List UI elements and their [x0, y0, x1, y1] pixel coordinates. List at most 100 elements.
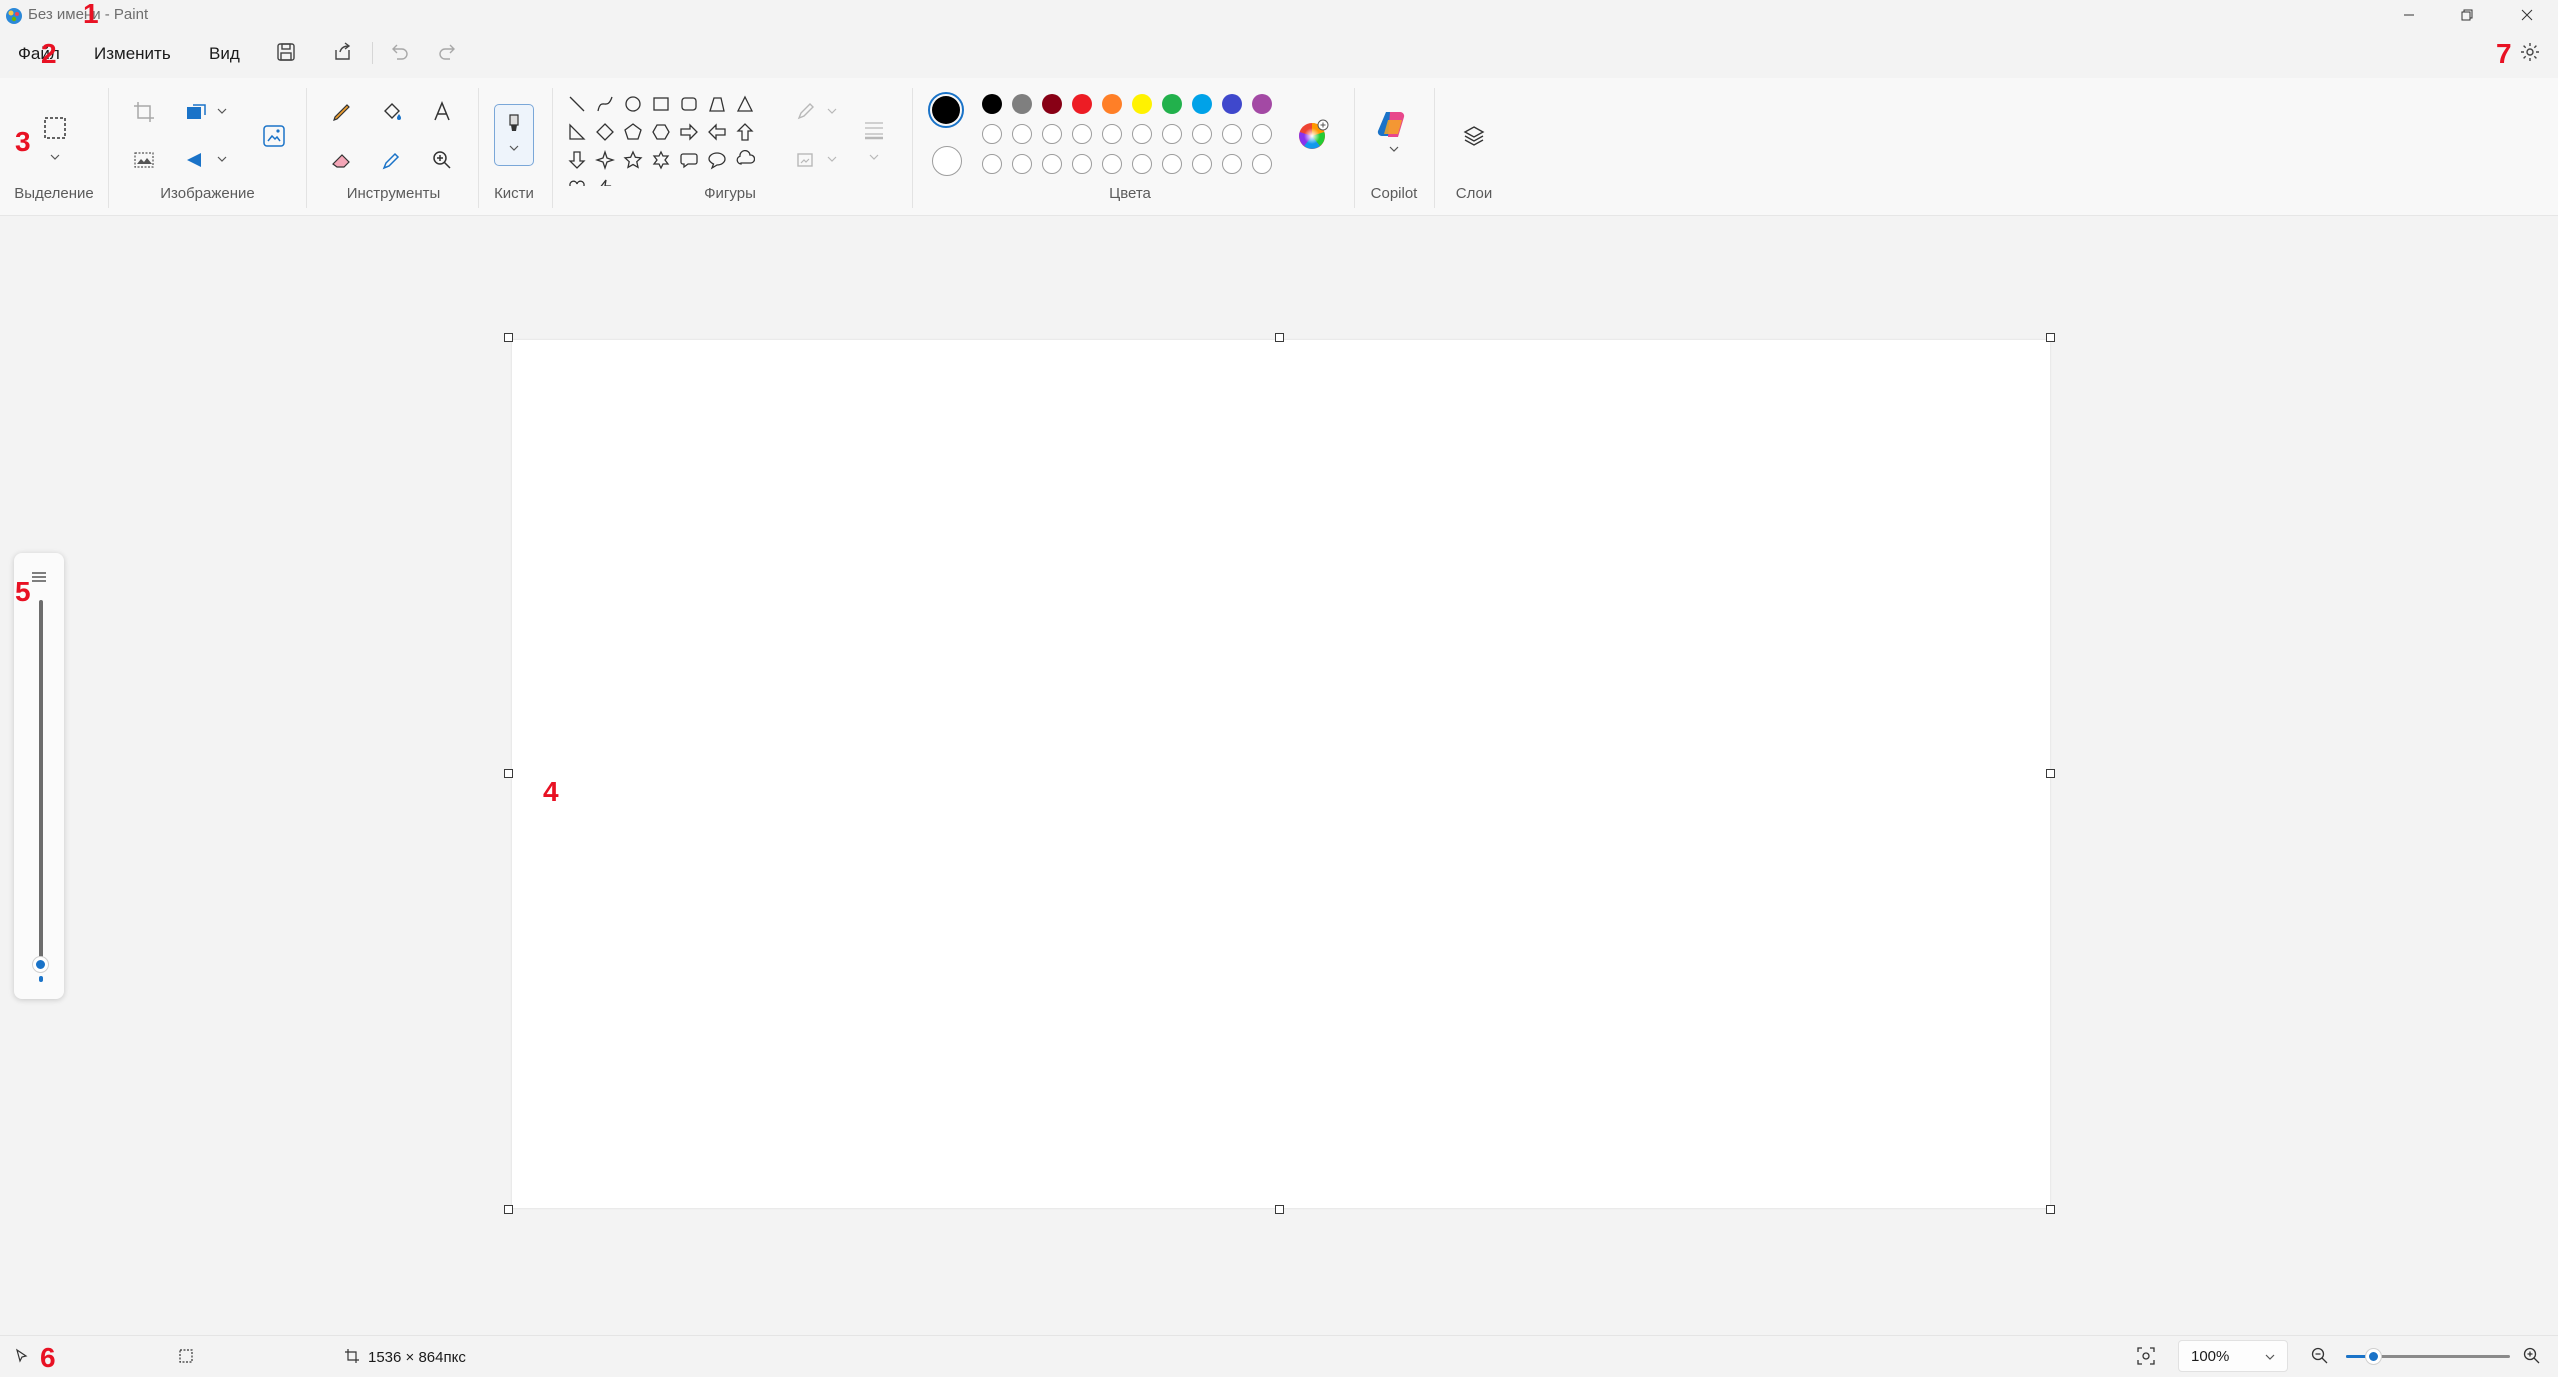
line-size-dropdown[interactable]	[867, 150, 881, 164]
shape-option[interactable]	[703, 146, 731, 174]
resize-handle-top-left[interactable]	[504, 333, 513, 342]
custom-color-slot[interactable]	[1012, 124, 1032, 144]
shape-outline-dropdown[interactable]	[825, 104, 839, 118]
magnifier-tool[interactable]	[422, 140, 462, 180]
palette-color-swatch[interactable]	[1222, 94, 1242, 114]
zoom-slider-thumb[interactable]	[2366, 1349, 2381, 1364]
zoom-out-button[interactable]	[2310, 1346, 2330, 1366]
shape-outline-button[interactable]	[786, 92, 826, 132]
resize-handle-bottom-left[interactable]	[504, 1205, 513, 1214]
shape-fill-dropdown[interactable]	[825, 152, 839, 166]
shape-option[interactable]	[731, 118, 759, 146]
image-creator-button[interactable]	[252, 114, 296, 158]
crop-button[interactable]	[124, 92, 164, 132]
custom-color-slot[interactable]	[1072, 124, 1092, 144]
resize-handle-bottom[interactable]	[1275, 1205, 1284, 1214]
layers-button[interactable]	[1454, 116, 1494, 156]
shape-option[interactable]	[647, 90, 675, 118]
close-button[interactable]	[2498, 0, 2556, 30]
pencil-tool[interactable]	[322, 92, 362, 132]
eraser-tool[interactable]	[322, 140, 362, 180]
shape-option[interactable]	[703, 118, 731, 146]
shape-option[interactable]	[591, 118, 619, 146]
shape-option[interactable]	[591, 174, 619, 186]
resize-dropdown[interactable]	[215, 104, 229, 118]
primary-color[interactable]	[928, 92, 964, 128]
redo-button[interactable]	[430, 36, 466, 68]
brushes-button[interactable]	[494, 104, 534, 166]
drawing-canvas[interactable]	[512, 340, 2050, 1208]
shape-option[interactable]	[563, 118, 591, 146]
custom-color-slot[interactable]	[1192, 154, 1212, 174]
color-picker-tool[interactable]	[372, 140, 412, 180]
shape-option[interactable]	[647, 146, 675, 174]
shape-option[interactable]	[591, 146, 619, 174]
custom-color-slot[interactable]	[1162, 124, 1182, 144]
custom-color-slot[interactable]	[1072, 154, 1092, 174]
shape-option[interactable]	[619, 118, 647, 146]
custom-color-slot[interactable]	[1102, 154, 1122, 174]
fill-tool[interactable]	[372, 92, 412, 132]
fit-to-window-button[interactable]	[2136, 1346, 2156, 1366]
background-remove-button[interactable]	[124, 140, 164, 180]
undo-button[interactable]	[381, 36, 417, 68]
custom-color-slot[interactable]	[1132, 154, 1152, 174]
shape-option[interactable]	[675, 90, 703, 118]
copilot-button[interactable]	[1374, 108, 1414, 158]
custom-color-slot[interactable]	[1102, 124, 1122, 144]
palette-color-swatch[interactable]	[982, 94, 1002, 114]
restore-button[interactable]	[2438, 0, 2496, 30]
select-tool[interactable]	[34, 104, 76, 152]
custom-color-slot[interactable]	[1042, 154, 1062, 174]
rotate-button[interactable]	[176, 140, 216, 180]
shape-fill-button[interactable]	[786, 140, 826, 180]
resize-button[interactable]	[176, 92, 216, 132]
custom-color-slot[interactable]	[1252, 124, 1272, 144]
custom-color-slot[interactable]	[1222, 154, 1242, 174]
menu-edit[interactable]: Изменить	[86, 34, 179, 74]
shape-option[interactable]	[703, 90, 731, 118]
secondary-color[interactable]	[932, 146, 962, 176]
custom-color-slot[interactable]	[1042, 124, 1062, 144]
shape-option[interactable]	[619, 90, 647, 118]
palette-color-swatch[interactable]	[1072, 94, 1092, 114]
custom-color-slot[interactable]	[982, 154, 1002, 174]
shape-option[interactable]	[731, 146, 759, 174]
shape-option[interactable]	[647, 118, 675, 146]
shape-option[interactable]	[675, 146, 703, 174]
custom-color-slot[interactable]	[1162, 154, 1182, 174]
resize-handle-bottom-right[interactable]	[2046, 1205, 2055, 1214]
settings-button[interactable]	[2512, 36, 2548, 68]
shape-option[interactable]	[563, 90, 591, 118]
zoom-select[interactable]: 100%	[2178, 1340, 2288, 1372]
shape-option[interactable]	[731, 90, 759, 118]
line-size-button[interactable]	[854, 110, 894, 150]
resize-handle-left[interactable]	[504, 769, 513, 778]
size-slider-track[interactable]	[39, 600, 43, 964]
custom-color-slot[interactable]	[982, 124, 1002, 144]
menu-file[interactable]: Файл	[10, 34, 68, 74]
resize-handle-right[interactable]	[2046, 769, 2055, 778]
shape-option[interactable]	[675, 118, 703, 146]
custom-color-slot[interactable]	[1222, 124, 1242, 144]
shape-option[interactable]	[563, 146, 591, 174]
rotate-dropdown[interactable]	[215, 152, 229, 166]
palette-color-swatch[interactable]	[1252, 94, 1272, 114]
select-dropdown[interactable]	[48, 150, 62, 164]
palette-color-swatch[interactable]	[1132, 94, 1152, 114]
zoom-in-button[interactable]	[2522, 1346, 2542, 1366]
edit-colors-button[interactable]	[1296, 118, 1330, 152]
palette-color-swatch[interactable]	[1162, 94, 1182, 114]
custom-color-slot[interactable]	[1252, 154, 1272, 174]
minimize-button[interactable]	[2380, 0, 2438, 30]
shape-option[interactable]	[619, 146, 647, 174]
custom-color-slot[interactable]	[1132, 124, 1152, 144]
palette-color-swatch[interactable]	[1102, 94, 1122, 114]
text-tool[interactable]	[422, 92, 462, 132]
share-button[interactable]	[325, 36, 361, 68]
resize-handle-top-right[interactable]	[2046, 333, 2055, 342]
save-button[interactable]	[268, 36, 304, 68]
palette-color-swatch[interactable]	[1192, 94, 1212, 114]
palette-color-swatch[interactable]	[1012, 94, 1032, 114]
shape-option[interactable]	[591, 90, 619, 118]
